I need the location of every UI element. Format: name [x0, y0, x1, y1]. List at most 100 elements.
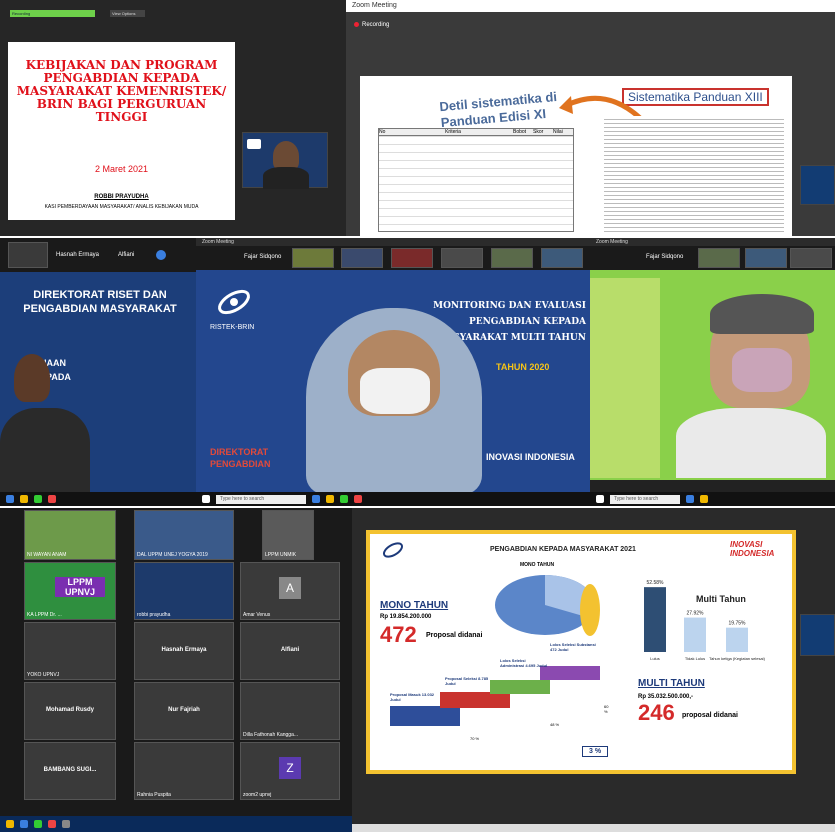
funnel-total-pct: 3 %	[582, 746, 609, 757]
view-options-button[interactable]: View Options	[110, 10, 145, 17]
participant-video[interactable]	[800, 165, 835, 205]
participant-name: YOKO UPNVJ	[27, 672, 60, 678]
mono-title: MONO TAHUN	[380, 600, 449, 611]
document-text	[604, 116, 784, 232]
search-input[interactable]: Type here to search	[610, 494, 680, 504]
ristek-brin-logo-icon	[382, 542, 404, 558]
face-mask	[360, 368, 430, 414]
funnel-label: Proposal Seleksi 8.785 Judul	[445, 676, 489, 686]
criteria-table: No Kriteria Bobot Skor Nilai	[378, 128, 574, 232]
mono-count: 472	[380, 622, 417, 647]
taskbar	[0, 492, 196, 506]
bar	[726, 627, 748, 652]
taskbar: Type here to search	[590, 492, 835, 506]
panel-gallery: NI WAYAN ANAM DAL UPPM UNEJ YOGYA 2019 L…	[0, 508, 352, 832]
taskbar: Type here to search	[196, 492, 590, 506]
participant-name: Alfiani	[280, 647, 300, 653]
participant-tile[interactable]: Nur Fajriah	[134, 682, 234, 740]
participant-tile[interactable]: Mohamad Rusdy	[24, 682, 116, 740]
participant-name: zoom2 upnvj	[243, 792, 272, 798]
zoom-titlebar: Zoom Meeting	[346, 0, 835, 12]
data-label: 27.92%	[687, 611, 705, 617]
participant-video[interactable]	[800, 614, 835, 656]
funnel: Proposal Masuk 13.032 Judul Proposal Sel…	[390, 642, 608, 741]
infographic-title: PENGABDIAN KEPADA MASYARAKAT 2021	[490, 546, 636, 553]
avatar: A	[279, 577, 301, 599]
participant-tile[interactable]: Z zoom2 upnvj	[240, 742, 340, 800]
footer-left: DIREKTORAT PENGABDIAN	[210, 447, 271, 469]
participant-name: Rahnia Puspita	[137, 792, 171, 798]
funnel-pct: 70 %	[470, 736, 480, 741]
bar	[644, 587, 666, 652]
panel-sistematika: Zoom Meeting Recording Detil sistematika…	[346, 0, 835, 236]
avatar: Z	[279, 757, 301, 779]
tick-label: Tidak Lulus	[685, 656, 705, 661]
bar	[684, 617, 706, 652]
participant-tile[interactable]: BAMBANG SUGI...	[24, 742, 116, 800]
callout-left: Detil sistematika di Panduan Edisi XI	[438, 89, 558, 131]
tick-label: Lulus	[650, 656, 660, 661]
participant-name: robbi prayudha	[137, 612, 171, 618]
chart-title: Multi Tahun	[696, 594, 746, 604]
presenter-video[interactable]	[242, 132, 328, 189]
slide-year: TAHUN 2020	[496, 362, 550, 372]
participant-tile[interactable]: Hasnah Ermaya	[134, 622, 234, 680]
speaker-video[interactable]	[14, 354, 50, 402]
multi-count: 246	[638, 700, 675, 725]
participant-name: Hasnah Ermaya	[161, 647, 207, 653]
participant-tile[interactable]: Rahnia Puspita	[134, 742, 234, 800]
participant-tile[interactable]: NI WAYAN ANAM	[24, 510, 116, 560]
presenter-name: ROBBI PRAYUDHA	[94, 194, 149, 200]
mono-label: Proposal didanai	[426, 632, 483, 639]
panel-monev: Zoom Meeting Fajar Sidqono RISTEK-BRIN M…	[196, 238, 590, 506]
participant-name: LPPM UNMIK	[265, 552, 297, 558]
tick-label: Tahun ketiga (Kegiatan selesai)	[709, 656, 765, 661]
participant-tile[interactable]: A Amar Venus	[240, 562, 340, 620]
funnel-label: Lolos Seleksi Substansi 472 Judul	[550, 642, 596, 652]
multi-title: MULTI TAHUN	[638, 678, 705, 689]
participant-name: Alfiani	[118, 252, 135, 258]
funnel-pct: 60 %	[604, 704, 609, 714]
participant-tile[interactable]: YOKO UPNVJ	[24, 622, 116, 680]
participant-tile[interactable]: Dilla Fathonah Kangga...	[240, 682, 340, 740]
infographic-slide: PENGABDIAN KEPADA MASYARAKAT 2021 INOVAS…	[366, 530, 796, 774]
participant-name: Mohamad Rusdy	[45, 707, 94, 713]
participant-tile[interactable]: DAL UPPM UNEJ YOGYA 2019	[134, 510, 234, 560]
search-input[interactable]: Type here to search	[216, 494, 306, 504]
brand-label: INOVASI INDONESIA	[730, 540, 775, 558]
recording-indicator: Recording	[354, 22, 389, 28]
presenter-label: Fajar Sidqono	[646, 254, 684, 260]
pie-title: MONO TAHUN	[520, 562, 555, 568]
participant-name: DAL UPPM UNEJ YOGYA 2019	[137, 552, 208, 558]
participant-tile[interactable]: LPPM UPNVJ KA LPPM Dr. ...	[24, 562, 116, 620]
panel-slide-kebijakan: Recording View Options KEBIJAKAN DAN PRO…	[0, 0, 346, 236]
zoom-titlebar: Zoom Meeting	[590, 238, 835, 246]
ristek-brin-logo-icon	[218, 289, 250, 315]
slide: KEBIJAKAN DAN PROGRAM PENGABDIAN KEPADA …	[8, 42, 235, 220]
multi-label: proposal didanai	[682, 712, 739, 719]
panel-participant: Zoom Meeting Fajar Sidqono Type here to …	[590, 238, 835, 506]
table-header: Skor	[533, 129, 544, 135]
participant-name: Hasnah Ermaya	[56, 252, 100, 258]
participant-name: Nur Fajriah	[168, 707, 200, 713]
table-header: Kriteria	[445, 129, 461, 135]
face-mask	[732, 348, 792, 392]
table-header: Nilai	[553, 129, 563, 135]
zoom-titlebar: Zoom Meeting	[196, 238, 590, 246]
participant-tile[interactable]: LPPM UNMIK	[262, 510, 314, 560]
brand-label: RISTEK-BRIN	[210, 324, 255, 331]
data-label: 19.75%	[729, 621, 747, 627]
document-view: Detil sistematika di Panduan Edisi XI Si…	[360, 76, 792, 236]
participant-name: KA LPPM Dr. ...	[27, 612, 62, 618]
recording-button[interactable]: Recording	[10, 10, 95, 17]
participant-tile[interactable]: robbi prayudha	[134, 562, 234, 620]
funnel-label: Proposal Masuk 13.032 Judul	[390, 692, 435, 702]
table-header: Bobot	[513, 129, 527, 135]
panel-direktorat: Hasnah Ermaya Alfiani DIREKTORAT RISET D…	[0, 238, 196, 506]
slide-title: KEBIJAKAN DAN PROGRAM PENGABDIAN KEPADA …	[16, 58, 227, 124]
table-header: No	[379, 129, 386, 135]
participant-tile[interactable]: Alfiani	[240, 622, 340, 680]
participant-tile[interactable]	[8, 242, 48, 268]
taskbar	[352, 824, 835, 832]
mono-amount: Rp 19.854.200.000	[380, 614, 432, 620]
